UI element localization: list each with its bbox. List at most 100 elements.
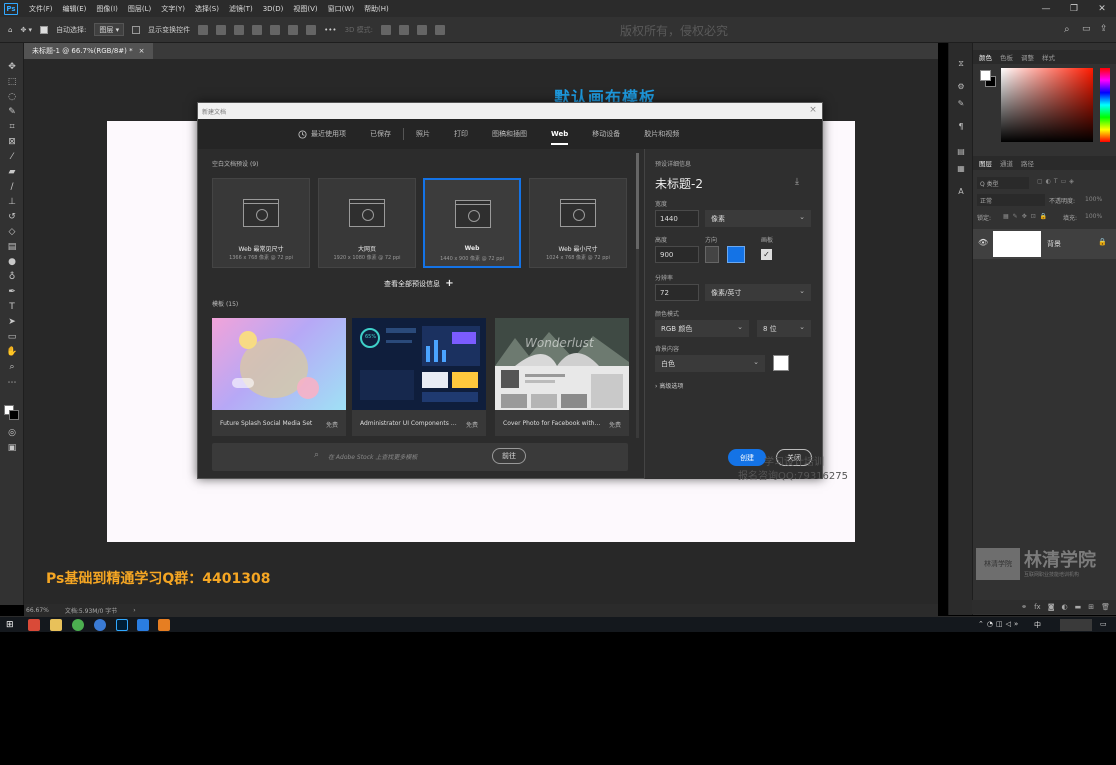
clock-area[interactable] — [1060, 619, 1092, 631]
character-panel-icon[interactable]: A — [956, 186, 966, 196]
gradient-tool-icon[interactable]: ▤ — [5, 241, 19, 252]
distribute-icon[interactable] — [270, 24, 281, 35]
menu-layer[interactable]: 图层(L) — [123, 4, 156, 14]
properties-panel-icon[interactable]: ⚙ — [956, 81, 966, 91]
brush-tool-icon[interactable]: ∕ — [5, 181, 19, 192]
tab-styles[interactable]: 样式 — [1042, 52, 1055, 62]
taskbar-app-3-icon[interactable] — [158, 619, 170, 631]
tab-saved[interactable]: 已保存 — [370, 129, 391, 139]
blend-mode-dropdown[interactable]: 正常 — [977, 194, 1045, 206]
menu-select[interactable]: 选择(S) — [190, 4, 224, 14]
layer-row-background[interactable]: 👁 背景 🔒 — [973, 229, 1116, 259]
show-transform-checkbox[interactable] — [132, 25, 141, 34]
home-icon[interactable]: ⌂ — [8, 26, 12, 34]
tab-mobile[interactable]: 移动设备 — [592, 129, 620, 139]
notification-icon[interactable]: ▭ — [1100, 620, 1107, 628]
opacity-value[interactable]: 100% — [1085, 196, 1102, 203]
dialog-close-icon[interactable]: × — [808, 105, 818, 115]
tab-web[interactable]: Web — [551, 130, 569, 145]
template-card-admin-ui[interactable]: 65% Administrator UI Components Set 免费 — [352, 318, 486, 436]
maximize-button[interactable]: ❐ — [1060, 0, 1088, 17]
presets-scrollbar[interactable] — [636, 153, 639, 438]
tab-swatches[interactable]: 色板 — [1000, 52, 1013, 62]
tab-channels[interactable]: 通道 — [1000, 158, 1013, 168]
background-dropdown[interactable]: 白色 ⌄ — [655, 355, 765, 372]
new-layer-icon[interactable]: ⊞ — [1088, 603, 1094, 611]
path-select-tool-icon[interactable]: ➤ — [5, 316, 19, 327]
pan-3d-icon[interactable] — [417, 24, 427, 35]
tab-layers[interactable]: 图层 — [979, 158, 992, 168]
slide-3d-icon[interactable] — [435, 24, 445, 35]
view-all-presets-link[interactable]: 查看全部预设信息 + — [384, 278, 454, 289]
visibility-eye-icon[interactable]: 👁 — [978, 238, 988, 247]
workspace-icon[interactable]: ▭ — [1082, 24, 1091, 34]
dodge-tool-icon[interactable]: ♁ — [5, 271, 19, 282]
healing-tool-icon[interactable]: ▰ — [5, 166, 19, 177]
menu-file[interactable]: 文件(F) — [24, 4, 58, 14]
tab-paths[interactable]: 路径 — [1021, 158, 1034, 168]
align-top-icon[interactable] — [252, 24, 263, 35]
trash-icon[interactable]: 🗑 — [1101, 603, 1110, 611]
quick-mask-icon[interactable]: ◎ — [5, 427, 19, 438]
auto-select-dropdown[interactable]: 图层 ▾ — [94, 23, 125, 36]
info-panel-icon[interactable]: ▦ — [956, 163, 966, 173]
menu-help[interactable]: 帮助(H) — [359, 4, 394, 14]
zoom-level[interactable]: 66.67% — [26, 607, 49, 614]
roll-3d-icon[interactable] — [399, 24, 409, 35]
foreground-color-swatch[interactable] — [980, 70, 991, 81]
layer-filter-icons[interactable]: ▢◐T▭◈ — [1037, 178, 1077, 185]
zoom-tool-icon[interactable]: ⌕ — [5, 361, 19, 372]
tab-photo[interactable]: 照片 — [416, 129, 430, 139]
windows-start-icon[interactable]: ⊞ — [6, 620, 14, 630]
color-mode-dropdown[interactable]: RGB 颜色 ⌄ — [655, 320, 749, 337]
background-color-swatch[interactable] — [9, 410, 19, 420]
tab-adjustments[interactable]: 调整 — [1021, 52, 1034, 62]
add-mask-icon[interactable]: ◙ — [1048, 603, 1055, 611]
libraries-panel-icon[interactable]: ▤ — [956, 146, 966, 156]
taskbar-app-icon[interactable] — [28, 619, 40, 631]
marquee-tool-icon[interactable]: ⬚ — [5, 76, 19, 87]
width-input[interactable]: 1440 — [655, 210, 699, 227]
preset-card-web-min[interactable]: Web 最小尺寸 1024 x 768 像素 @ 72 ppi — [529, 178, 627, 268]
more-tools-icon[interactable]: ⋯ — [5, 377, 19, 388]
brush-panel-icon[interactable]: ✎ — [956, 98, 966, 108]
advanced-options-toggle[interactable]: › 高级选项 — [655, 381, 683, 390]
crop-tool-icon[interactable]: ⌗ — [5, 121, 19, 132]
document-name-field[interactable]: 未标题-2 — [655, 175, 703, 192]
distribute-h-icon[interactable] — [306, 24, 317, 35]
hand-tool-icon[interactable]: ✋ — [5, 346, 19, 357]
browser-icon[interactable] — [72, 619, 84, 631]
type-tool-icon[interactable]: T — [5, 301, 19, 312]
menu-3d[interactable]: 3D(D) — [258, 5, 289, 13]
save-preset-icon[interactable]: ⤓ — [795, 177, 799, 187]
eyedropper-tool-icon[interactable]: ⁄ — [5, 151, 19, 162]
bit-depth-dropdown[interactable]: 8 位 ⌄ — [757, 320, 811, 337]
landscape-orientation-icon[interactable] — [727, 246, 745, 263]
resolution-unit-dropdown[interactable]: 像素/英寸 ⌄ — [705, 284, 811, 301]
adjustment-layer-icon[interactable]: ◐ — [1062, 603, 1068, 611]
orbit-3d-icon[interactable] — [381, 24, 391, 35]
pen-tool-icon[interactable]: ✒ — [5, 286, 19, 297]
hue-slider[interactable] — [1100, 68, 1110, 142]
width-unit-dropdown[interactable]: 像素 ⌄ — [705, 210, 811, 227]
paragraph-panel-icon[interactable]: ¶ — [956, 121, 966, 131]
search-icon[interactable]: ⌕ — [1064, 24, 1070, 35]
layer-kind-filter[interactable]: Q 类型 — [977, 177, 1029, 189]
align-center-icon[interactable] — [216, 24, 227, 35]
shape-tool-icon[interactable]: ▭ — [5, 331, 19, 342]
blur-tool-icon[interactable]: ● — [5, 256, 19, 267]
auto-select-checkbox[interactable] — [40, 25, 49, 34]
stamp-tool-icon[interactable]: ⊥ — [5, 196, 19, 207]
document-tab[interactable]: 未标题-1 @ 66.7%(RGB/8#) * × — [24, 43, 153, 59]
file-explorer-icon[interactable] — [50, 619, 62, 631]
menu-filter[interactable]: 滤镜(T) — [224, 4, 258, 14]
lock-icons[interactable]: ▦✎✥⊡🔒 — [1003, 213, 1051, 220]
menu-window[interactable]: 窗口(W) — [323, 4, 359, 14]
menu-edit[interactable]: 编辑(E) — [58, 4, 92, 14]
photoshop-taskbar-icon[interactable] — [116, 619, 128, 631]
history-panel-icon[interactable]: ⧖ — [956, 59, 966, 69]
stock-search-bar[interactable]: ⌕ 在 Adobe Stock 上查找更多模板 前往 — [212, 443, 628, 471]
presets-scrollbar-thumb[interactable] — [636, 153, 639, 249]
group-icon[interactable]: ▬ — [1075, 603, 1082, 611]
tab-art-illustration[interactable]: 图稿和插图 — [492, 129, 527, 139]
